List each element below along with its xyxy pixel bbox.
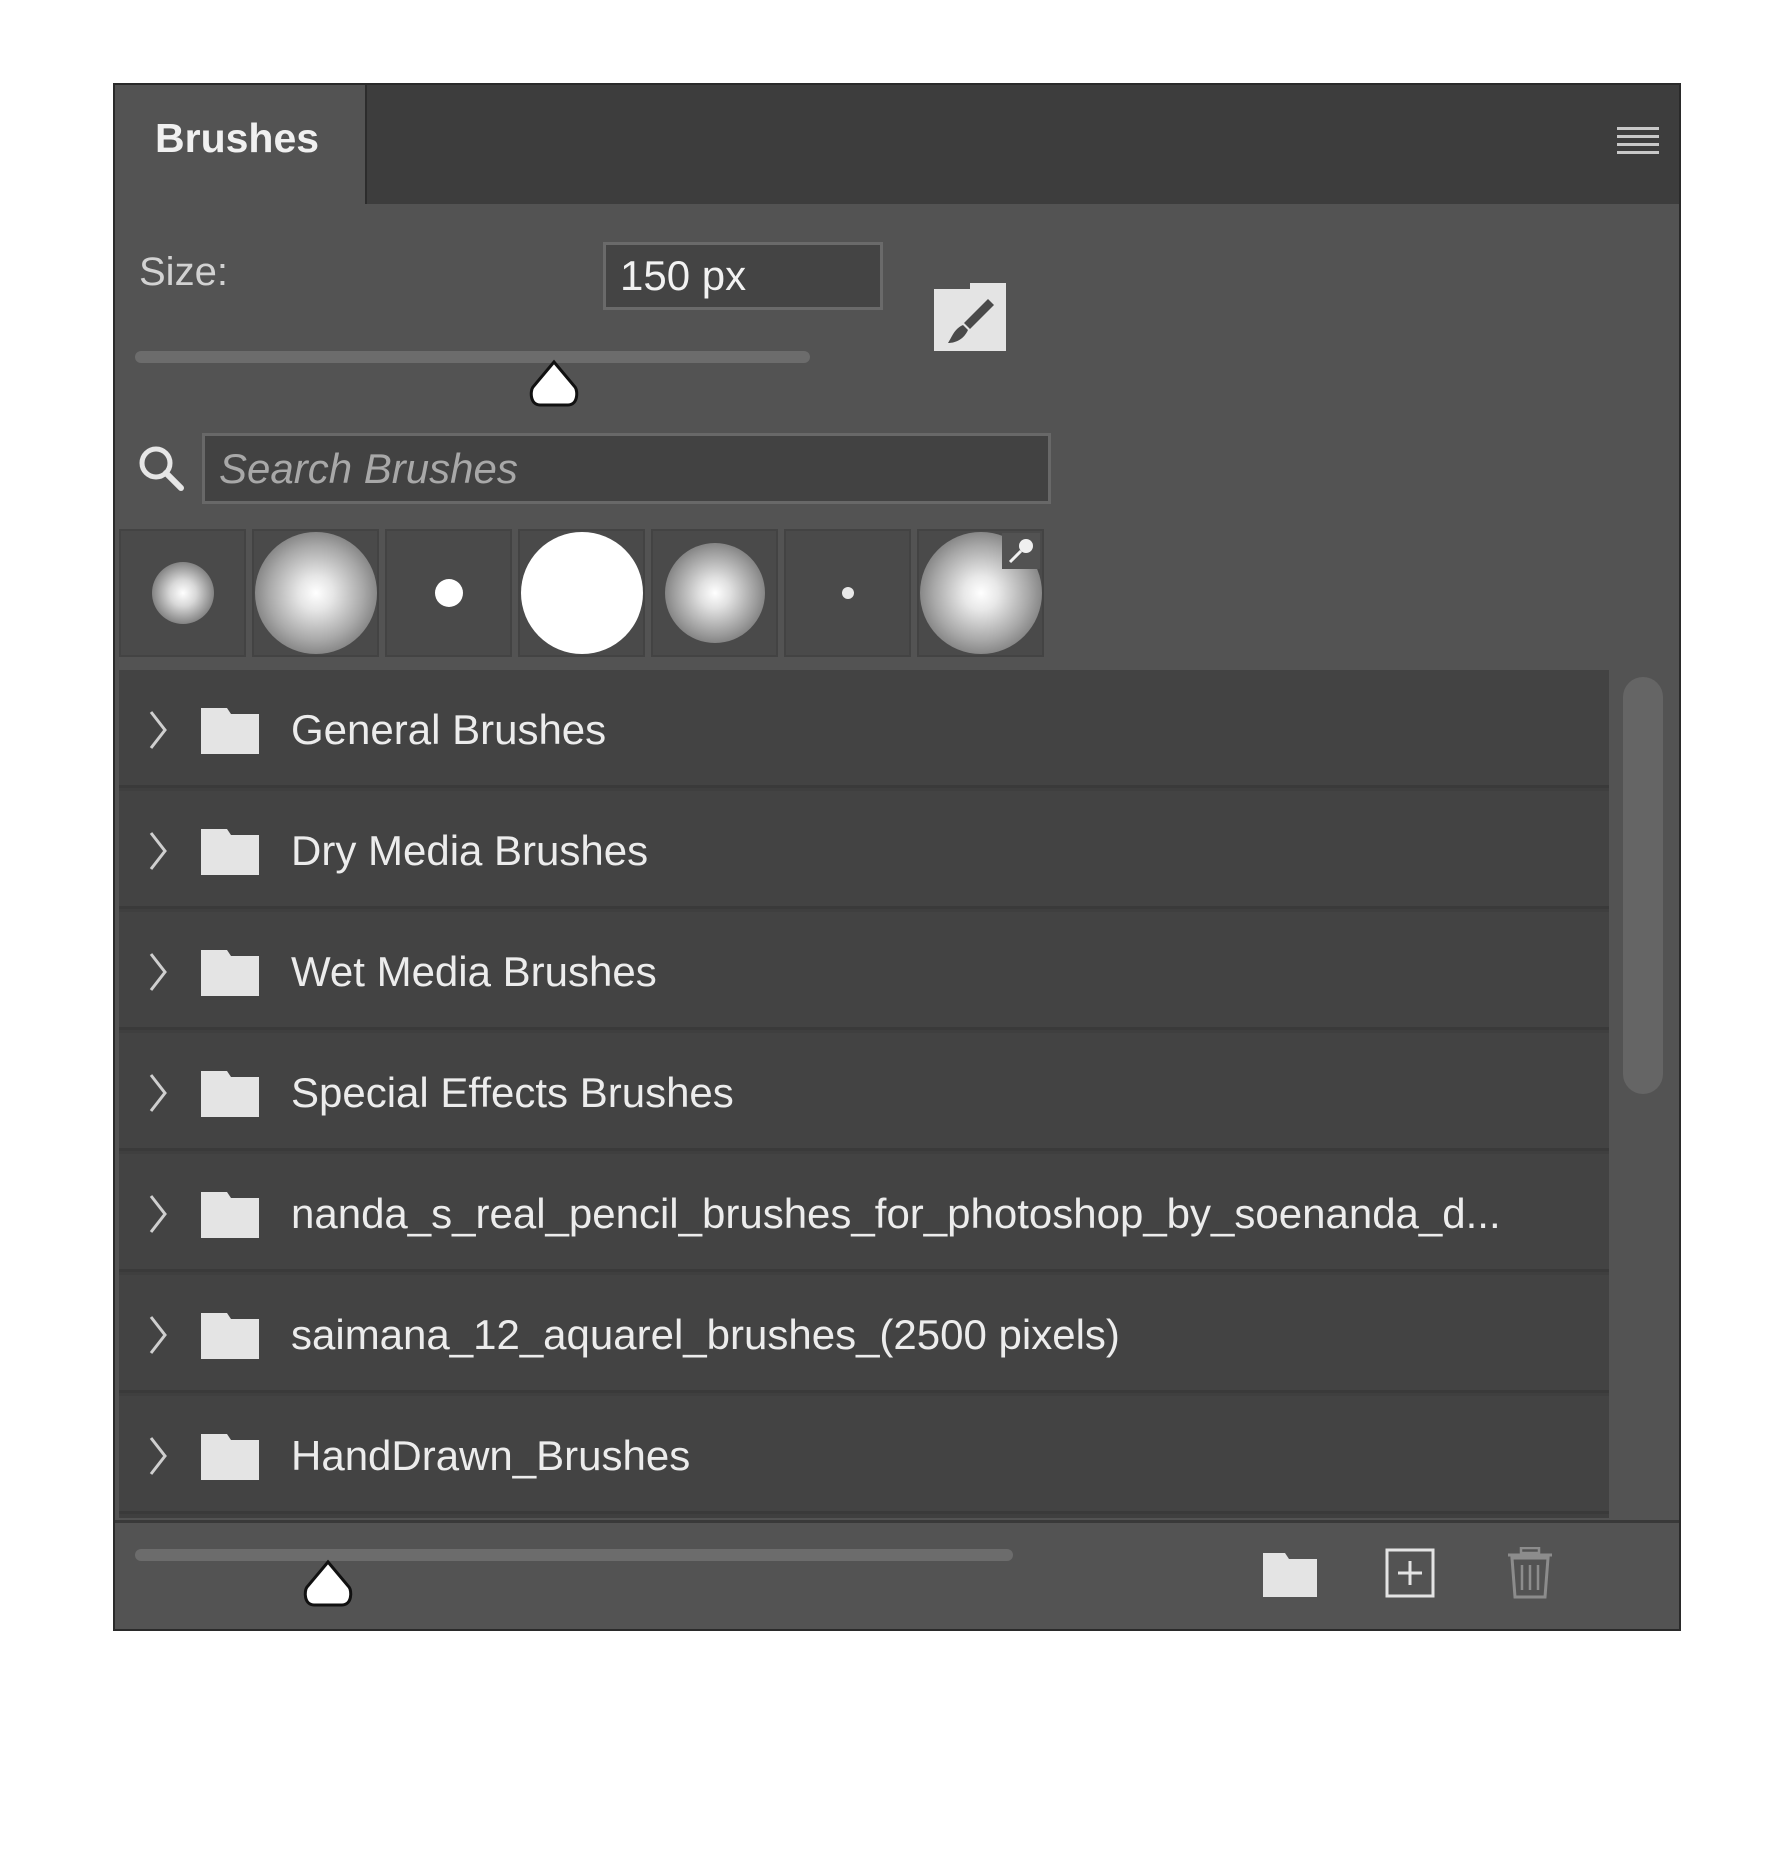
chevron-right-icon[interactable] bbox=[147, 952, 169, 992]
chevron-right-icon[interactable] bbox=[147, 1436, 169, 1476]
folder-icon bbox=[201, 1434, 259, 1480]
panel-footer bbox=[115, 1520, 1679, 1629]
chevron-right-icon[interactable] bbox=[147, 710, 169, 750]
group-label: saimana_12_aquarel_brushes_(2500 pixels) bbox=[291, 1311, 1120, 1358]
chevron-right-icon[interactable] bbox=[147, 831, 169, 871]
new-group-folder-icon[interactable] bbox=[1263, 1553, 1317, 1597]
tab-label: Brushes bbox=[155, 115, 320, 161]
new-brush-icon[interactable] bbox=[1385, 1548, 1435, 1598]
preset-hard-round-tiny[interactable] bbox=[784, 529, 911, 657]
size-input[interactable]: 150 px bbox=[603, 242, 883, 310]
preset-hard-round-small[interactable] bbox=[385, 529, 512, 657]
folder-icon bbox=[201, 1071, 259, 1117]
brush-groups-list: General Brushes Dry Media Brushes Wet Me… bbox=[119, 670, 1609, 1518]
group-label: General Brushes bbox=[291, 706, 607, 753]
brushes-panel: Brushes Size: 150 px Search Brushes Gene… bbox=[113, 83, 1681, 1631]
group-label: Special Effects Brushes bbox=[291, 1069, 734, 1116]
group-row[interactable]: General Brushes bbox=[119, 670, 1609, 788]
search-field[interactable] bbox=[202, 433, 1051, 504]
size-slider-thumb[interactable] bbox=[528, 359, 580, 409]
group-row[interactable]: Dry Media Brushes bbox=[119, 791, 1609, 909]
group-row[interactable]: Wet Media Brushes bbox=[119, 912, 1609, 1030]
preview-size-slider-thumb[interactable] bbox=[302, 1559, 354, 1609]
preview-size-slider-track[interactable] bbox=[135, 1549, 1013, 1561]
group-row[interactable]: nanda_s_real_pencil_brushes_for_photosho… bbox=[119, 1154, 1609, 1272]
folder-icon bbox=[201, 1313, 259, 1359]
folder-icon bbox=[201, 1192, 259, 1238]
brush-settings-toggle-button[interactable] bbox=[934, 283, 1006, 351]
group-label: nanda_s_real_pencil_brushes_for_photosho… bbox=[291, 1190, 1501, 1237]
folder-icon bbox=[201, 950, 259, 996]
size-label: Size: bbox=[139, 250, 228, 294]
delete-trash-icon[interactable] bbox=[1505, 1547, 1555, 1599]
preset-soft-round-medium[interactable] bbox=[651, 529, 778, 657]
group-label: Wet Media Brushes bbox=[291, 948, 657, 995]
search-input[interactable] bbox=[205, 436, 1048, 501]
tab-brushes[interactable]: Brushes bbox=[115, 85, 367, 204]
hamburger-menu-icon[interactable] bbox=[1617, 125, 1659, 157]
size-slider-track[interactable] bbox=[135, 351, 810, 363]
preset-hard-round-large[interactable] bbox=[518, 529, 645, 657]
pin-icon bbox=[1002, 533, 1040, 569]
preset-soft-round-pinned[interactable] bbox=[917, 529, 1044, 657]
group-row[interactable]: HandDrawn_Brushes bbox=[119, 1396, 1609, 1514]
group-label: HandDrawn_Brushes bbox=[291, 1432, 691, 1479]
brush-icon bbox=[934, 283, 994, 343]
folder-icon bbox=[201, 708, 259, 754]
brush-presets bbox=[119, 529, 1050, 661]
scrollbar-thumb[interactable] bbox=[1623, 677, 1663, 1094]
group-row[interactable]: saimana_12_aquarel_brushes_(2500 pixels) bbox=[119, 1275, 1609, 1393]
chevron-right-icon[interactable] bbox=[147, 1315, 169, 1355]
panel-header: Brushes bbox=[115, 85, 1679, 204]
group-row[interactable]: Special Effects Brushes bbox=[119, 1033, 1609, 1151]
folder-icon bbox=[201, 829, 259, 875]
group-label: Dry Media Brushes bbox=[291, 827, 649, 874]
preset-soft-round-small[interactable] bbox=[119, 529, 246, 657]
preset-soft-round-large[interactable] bbox=[252, 529, 379, 657]
chevron-right-icon[interactable] bbox=[147, 1073, 169, 1113]
chevron-right-icon[interactable] bbox=[147, 1194, 169, 1234]
search-icon bbox=[139, 446, 184, 491]
